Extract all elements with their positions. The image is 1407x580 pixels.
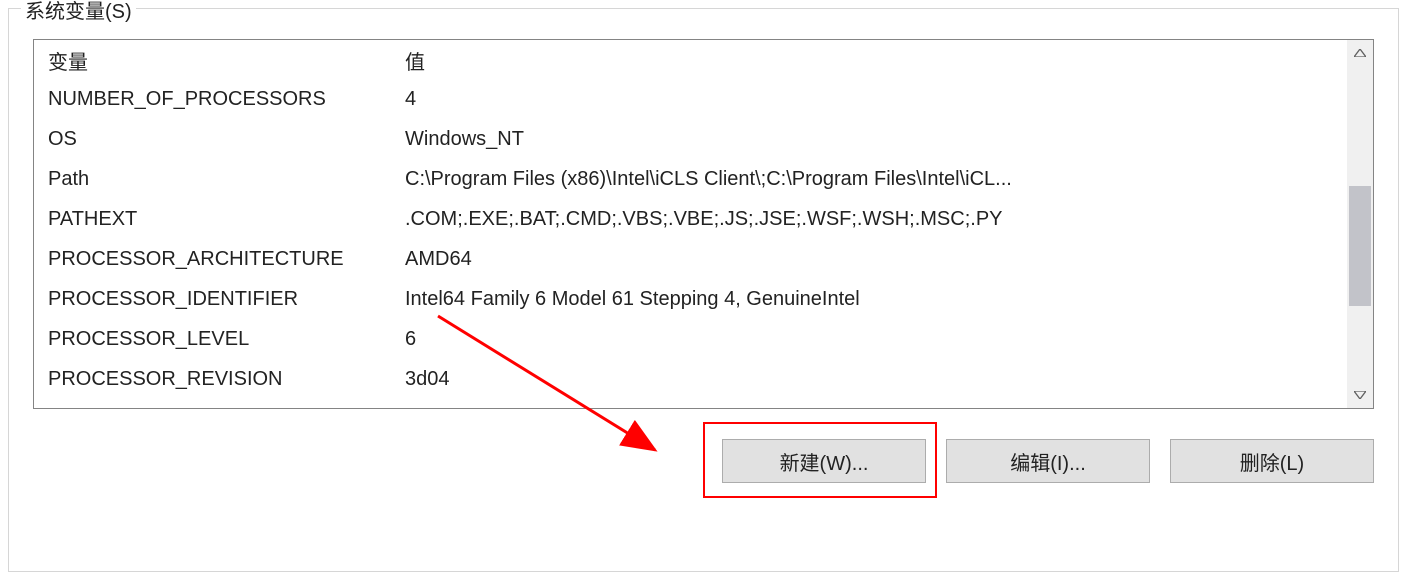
variable-value-cell: C:\Program Files (x86)\Intel\iCLS Client… [399, 168, 1347, 191]
table-row[interactable]: PATHEXT.COM;.EXE;.BAT;.CMD;.VBS;.VBE;.JS… [34, 199, 1347, 239]
variable-value-cell: 3d04 [399, 368, 1347, 391]
variable-value-cell: 4 [399, 88, 1347, 111]
list-header: 变量 值 [34, 40, 1347, 79]
buttons-row: 新建(W)... 编辑(I)... 删除(L) [722, 439, 1374, 483]
variable-value-cell: Intel64 Family 6 Model 61 Stepping 4, Ge… [399, 288, 1347, 311]
vertical-scrollbar[interactable] [1347, 40, 1373, 408]
column-header-value[interactable]: 值 [399, 46, 1347, 75]
group-title: 系统变量(S) [21, 0, 136, 24]
variable-value-cell: .COM;.EXE;.BAT;.CMD;.VBS;.VBE;.JS;.JSE;.… [399, 208, 1347, 231]
variable-value-cell: 6 [399, 328, 1347, 351]
system-variables-group: 系统变量(S) 变量 值 NUMBER_OF_PROCESSORS4OSWind… [8, 8, 1399, 572]
table-row[interactable]: PROCESSOR_REVISION3d04 [34, 359, 1347, 399]
table-row[interactable]: OSWindows_NT [34, 119, 1347, 159]
new-button[interactable]: 新建(W)... [722, 439, 926, 483]
variable-name-cell: PROCESSOR_LEVEL [34, 328, 399, 351]
variables-list-content: 变量 值 NUMBER_OF_PROCESSORS4OSWindows_NTPa… [34, 40, 1347, 408]
table-row[interactable]: PROCESSOR_LEVEL6 [34, 319, 1347, 359]
variable-value-cell: AMD64 [399, 248, 1347, 271]
column-header-name[interactable]: 变量 [34, 46, 399, 75]
variable-name-cell: PATHEXT [34, 208, 399, 231]
variable-name-cell: PROCESSOR_ARCHITECTURE [34, 248, 399, 271]
table-row[interactable]: PROCESSOR_ARCHITECTUREAMD64 [34, 239, 1347, 279]
variable-name-cell: PROCESSOR_REVISION [34, 368, 399, 391]
scroll-up-arrow-icon[interactable] [1347, 40, 1373, 66]
table-row[interactable]: PROCESSOR_IDENTIFIERIntel64 Family 6 Mod… [34, 279, 1347, 319]
delete-button[interactable]: 删除(L) [1170, 439, 1374, 483]
variable-name-cell: PROCESSOR_IDENTIFIER [34, 288, 399, 311]
scroll-track[interactable] [1347, 66, 1373, 382]
variable-value-cell: Windows_NT [399, 128, 1347, 151]
variable-name-cell: OS [34, 128, 399, 151]
variable-name-cell: NUMBER_OF_PROCESSORS [34, 88, 399, 111]
scroll-thumb[interactable] [1349, 186, 1371, 306]
table-row[interactable]: PathC:\Program Files (x86)\Intel\iCLS Cl… [34, 159, 1347, 199]
table-row[interactable]: NUMBER_OF_PROCESSORS4 [34, 79, 1347, 119]
scroll-down-arrow-icon[interactable] [1347, 382, 1373, 408]
variable-name-cell: Path [34, 168, 399, 191]
list-body: NUMBER_OF_PROCESSORS4OSWindows_NTPathC:\… [34, 79, 1347, 399]
edit-button[interactable]: 编辑(I)... [946, 439, 1150, 483]
variables-listview[interactable]: 变量 值 NUMBER_OF_PROCESSORS4OSWindows_NTPa… [33, 39, 1374, 409]
